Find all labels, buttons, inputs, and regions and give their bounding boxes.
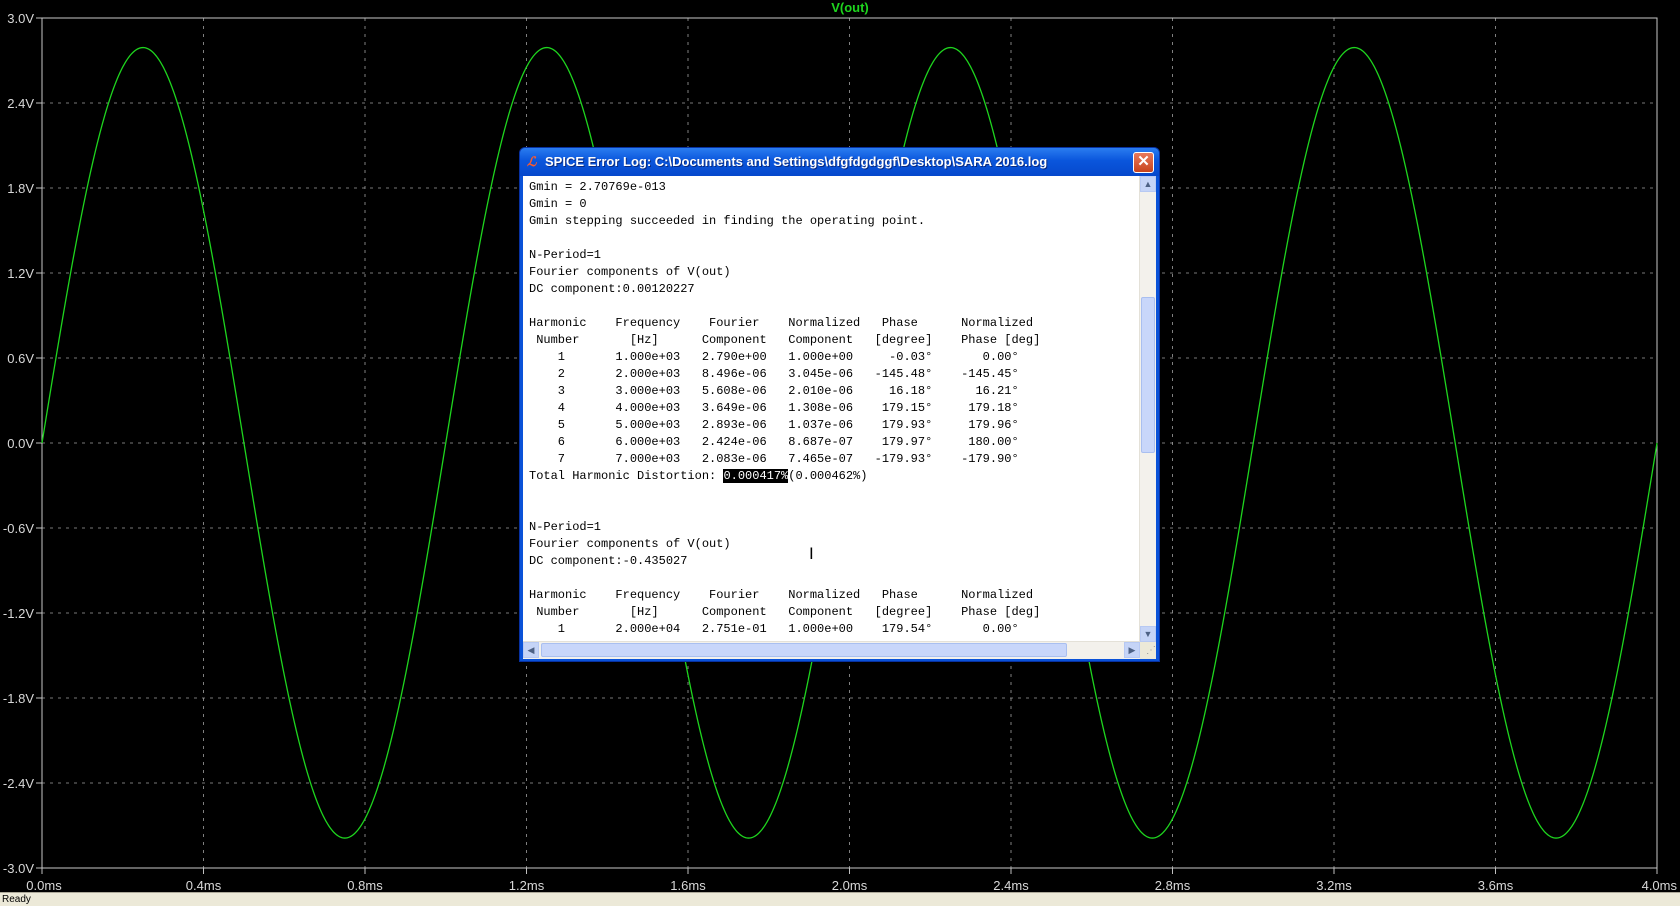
x-tick-label: 0.4ms — [186, 878, 222, 892]
log-line: N-Period=1 — [529, 520, 602, 534]
log-line: Harmonic Frequency Fourier Normalized Ph… — [529, 588, 1034, 602]
scroll-right-button[interactable]: ▶ — [1124, 642, 1140, 658]
log-line: Fourier components of V(out) — [529, 537, 731, 551]
status-text: Ready — [2, 894, 31, 905]
y-axis-labels: 3.0V 2.4V 1.8V 1.2V 0.6V 0.0V -0.6V -1.2V -1.8V -… — [3, 11, 34, 876]
log-line: N-Period=1 — [529, 248, 602, 262]
log-line: Harmonic Frequency Fourier Normalized Ph… — [529, 316, 1034, 330]
selected-thd-value[interactable]: 0.000417% — [723, 469, 789, 483]
x-axis-labels: 0.0ms 0.4ms 0.8ms 1.2ms 1.6ms 2.0ms 2.4ms 2.8ms… — [26, 878, 1677, 892]
ltspice-icon: ℒ — [527, 154, 537, 169]
x-tick-label: 2.4ms — [993, 878, 1029, 892]
log-line: Gmin = 2.70769e-013 — [529, 180, 666, 194]
y-tick-label: 3.0V — [7, 11, 34, 26]
scroll-down-button[interactable]: ▼ — [1140, 626, 1156, 642]
window-title: SPICE Error Log: C:\Documents and Settin… — [545, 154, 1048, 169]
log-client-area: Gmin = 2.70769e-013 Gmin = 0 Gmin stepping… — [523, 176, 1156, 659]
y-tick-label: -0.6V — [3, 521, 34, 536]
close-button[interactable]: ✕ — [1133, 152, 1154, 173]
vertical-scrollbar[interactable]: ▲ ▼ — [1139, 176, 1156, 642]
x-tick-label: 2.8ms — [1155, 878, 1191, 892]
scroll-up-button[interactable]: ▲ — [1140, 176, 1156, 192]
trace-title[interactable]: V(out) — [831, 0, 869, 15]
thd-label: Total Harmonic Distortion: — [529, 469, 724, 483]
scroll-left-button[interactable]: ◀ — [523, 642, 539, 658]
vertical-scroll-thumb[interactable] — [1141, 297, 1155, 453]
log-line: DC component:-0.435027 — [529, 554, 688, 568]
log-line: Number [Hz] Component Component [degree]… — [529, 605, 1041, 619]
scroll-right-icon: ▶ — [1128, 645, 1136, 655]
log-line: Gmin = 0 — [529, 197, 587, 211]
thd-line: Total Harmonic Distortion: 0.000417%(0.0… — [529, 468, 1140, 485]
x-tick-label: 0.0ms — [26, 878, 62, 892]
y-tick-label: 2.4V — [7, 96, 34, 111]
y-tick-label: -1.2V — [3, 606, 34, 621]
log-line: 4 4.000e+03 3.649e-06 1.308e-06 179.15° … — [529, 401, 1019, 415]
thd-alt-value: (0.000462%) — [788, 469, 868, 483]
y-tick-label: 0.0V — [7, 436, 34, 451]
log-line: Fourier components of V(out) — [529, 265, 731, 279]
x-tick-label: 2.0ms — [832, 878, 868, 892]
y-tick-label: 1.8V — [7, 181, 34, 196]
x-tick-label: 3.2ms — [1316, 878, 1352, 892]
log-line: 5 5.000e+03 2.893e-06 1.037e-06 179.93° … — [529, 418, 1019, 432]
log-line: 1 1.000e+03 2.790e+00 1.000e+00 -0.03° 0… — [529, 350, 1019, 364]
log-line: 3 3.000e+03 5.608e-06 2.010e-06 16.18° 1… — [529, 384, 1019, 398]
scroll-up-icon: ▲ — [1143, 179, 1153, 189]
scroll-down-icon: ▼ — [1143, 629, 1153, 639]
close-icon: ✕ — [1137, 153, 1150, 170]
y-tick-label: 0.6V — [7, 351, 34, 366]
horizontal-scroll-thumb[interactable] — [541, 643, 1067, 657]
log-line: 6 6.000e+03 2.424e-06 8.687e-07 179.97° … — [529, 435, 1019, 449]
y-tick-label: -1.8V — [3, 691, 34, 706]
log-lines: Gmin = 2.70769e-013 Gmin = 0 Gmin stepping… — [529, 179, 1140, 468]
log-lines-after: N-Period=1 Fourier components of V(out) DC… — [529, 485, 1140, 638]
x-tick-label: 3.6ms — [1478, 878, 1514, 892]
scroll-left-icon: ◀ — [527, 645, 535, 655]
y-tick-label: -2.4V — [3, 776, 34, 791]
text-cursor-icon: I — [809, 544, 814, 563]
log-line: 1 2.000e+04 2.751e-01 1.000e+00 179.54° … — [529, 622, 1019, 636]
status-bar: Ready — [0, 892, 1680, 906]
y-tick-label: -3.0V — [3, 861, 34, 876]
log-line: Number [Hz] Component Component [degree]… — [529, 333, 1041, 347]
x-tick-label: 0.8ms — [347, 878, 383, 892]
spice-error-log-window[interactable]: ℒ SPICE Error Log: C:\Documents and Sett… — [519, 147, 1160, 662]
window-titlebar[interactable]: ℒ SPICE Error Log: C:\Documents and Sett… — [520, 148, 1159, 176]
log-line: Gmin stepping succeeded in finding the o… — [529, 214, 926, 228]
x-tick-label: 1.6ms — [670, 878, 706, 892]
log-line: 7 7.000e+03 2.083e-06 7.465e-07 -179.93°… — [529, 452, 1019, 466]
x-tick-label: 4.0ms — [1642, 878, 1678, 892]
horizontal-scrollbar[interactable]: ◀ ▶ — [523, 641, 1140, 659]
log-line: 2 2.000e+03 8.496e-06 3.045e-06 -145.48°… — [529, 367, 1019, 381]
log-text-area[interactable]: Gmin = 2.70769e-013 Gmin = 0 Gmin stepping… — [523, 176, 1140, 642]
x-tick-label: 1.2ms — [509, 878, 545, 892]
log-line: DC component:0.00120227 — [529, 282, 695, 296]
resize-grip[interactable]: ⋰ — [1140, 642, 1156, 659]
y-tick-label: 1.2V — [7, 266, 34, 281]
